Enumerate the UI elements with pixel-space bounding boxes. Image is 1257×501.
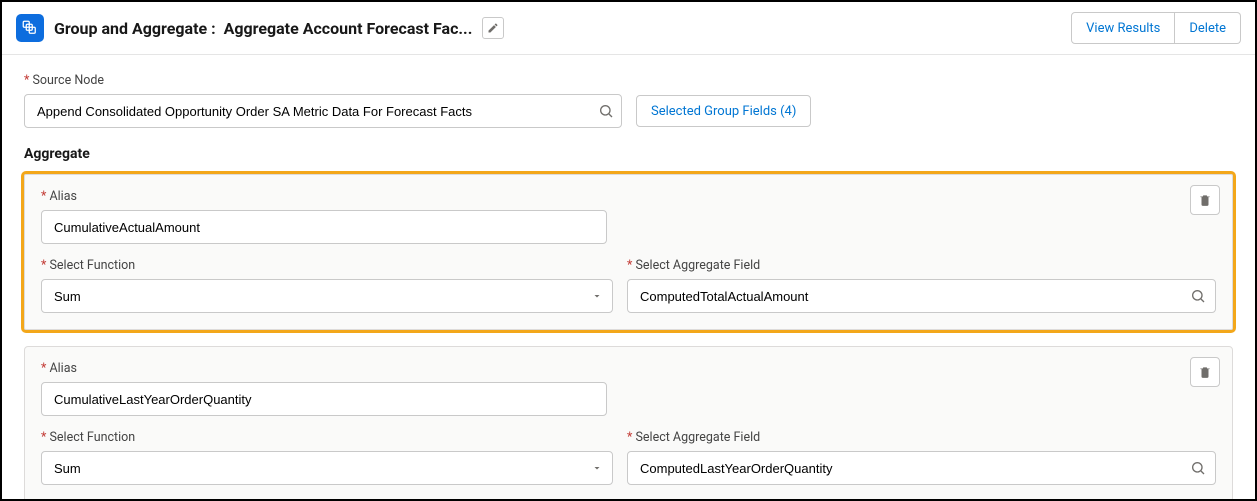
select-function-dropdown[interactable]: [41, 279, 613, 313]
remove-aggregate-button[interactable]: [1190, 185, 1220, 215]
pencil-icon: [487, 22, 499, 34]
delete-button[interactable]: Delete: [1175, 12, 1241, 44]
alias-input[interactable]: [41, 210, 607, 244]
aggregate-field-input[interactable]: [627, 451, 1216, 485]
select-aggregate-field-label: Select Aggregate Field: [627, 258, 1216, 273]
aggregate-card: Alias Select Function Select Aggregate F…: [24, 174, 1233, 330]
alias-input[interactable]: [41, 382, 607, 416]
aggregate-field-lookup[interactable]: [627, 279, 1216, 313]
alias-label: Alias: [41, 361, 1216, 376]
source-node-lookup[interactable]: [24, 94, 622, 128]
view-results-button[interactable]: View Results: [1071, 12, 1175, 44]
select-function-label: Select Function: [41, 258, 613, 273]
aggregate-node-icon: [16, 14, 44, 42]
source-node-label: Source Node: [24, 73, 1233, 88]
aggregate-field-lookup[interactable]: [627, 451, 1216, 485]
header-action-group: View Results Delete: [1071, 12, 1241, 44]
panel-header: Group and Aggregate : Aggregate Account …: [2, 2, 1255, 54]
select-function-input[interactable]: [41, 451, 613, 485]
aggregate-field-input[interactable]: [627, 279, 1216, 313]
trash-icon: [1198, 365, 1212, 379]
aggregate-section-title: Aggregate: [24, 146, 1233, 162]
select-function-label: Select Function: [41, 430, 613, 445]
select-function-dropdown[interactable]: [41, 451, 613, 485]
trash-icon: [1198, 193, 1212, 207]
aggregate-card: Alias Select Function Select Aggregate F…: [24, 346, 1233, 501]
select-aggregate-field-label: Select Aggregate Field: [627, 430, 1216, 445]
edit-name-button[interactable]: [482, 17, 504, 39]
source-node-input[interactable]: [24, 94, 622, 128]
selected-group-fields-button[interactable]: Selected Group Fields (4): [636, 95, 811, 127]
alias-label: Alias: [41, 189, 1216, 204]
panel-title: Group and Aggregate : Aggregate Account …: [54, 19, 472, 38]
remove-aggregate-button[interactable]: [1190, 357, 1220, 387]
select-function-input[interactable]: [41, 279, 613, 313]
